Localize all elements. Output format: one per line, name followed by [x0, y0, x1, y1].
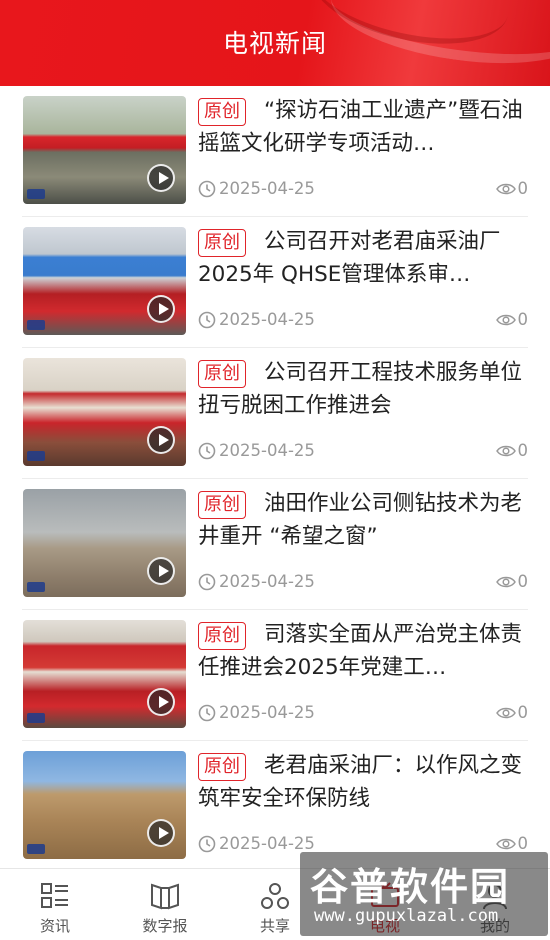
view-count-text: 0 — [517, 179, 529, 198]
view-count-text: 0 — [517, 703, 529, 722]
article-title-text: 司落实全面从严治党主体责任推进会2025年党建工… — [198, 622, 523, 680]
news-item[interactable]: 原创 老君庙采油厂：以作风之变筑牢安全环保防线 2025-04-25 0 — [22, 741, 528, 868]
article-title-text: 老君庙采油厂：以作风之变筑牢安全环保防线 — [198, 753, 523, 811]
article-title-text: 公司召开对老君庙采油厂2025年 QHSE管理体系审… — [198, 229, 501, 287]
article-title[interactable]: “探访石油工业遗产”暨石油摇篮文化研学专项活动… — [198, 94, 528, 160]
eye-icon — [495, 576, 516, 587]
article-title[interactable]: 老君庙采油厂：以作风之变筑牢安全环保防线 — [198, 749, 528, 815]
tab-label-share: 共享 — [259, 917, 290, 935]
tab-digital-paper[interactable]: 数字报 — [110, 869, 220, 940]
site-watermark: 谷普软件园 www.gupuxlazal.com — [300, 852, 548, 936]
channel-logo-icon — [27, 844, 45, 854]
article-date-text: 2025-04-25 — [219, 310, 315, 329]
news-item[interactable]: 原创 公司召开工程技术服务单位扭亏脱困工作推进会 2025-04-25 0 — [22, 348, 528, 479]
news-item[interactable]: 原创 公司召开对老君庙采油厂2025年 QHSE管理体系审… 2025-04-2… — [22, 217, 528, 348]
video-thumbnail[interactable] — [23, 751, 186, 859]
video-thumbnail[interactable] — [23, 227, 186, 335]
channel-logo-icon — [27, 320, 45, 330]
news-item[interactable]: 原创 司落实全面从严治党主体责任推进会2025年党建工… 2025-04-25 … — [22, 610, 528, 741]
play-icon[interactable] — [147, 557, 175, 585]
channel-logo-icon — [27, 713, 45, 723]
play-icon[interactable] — [147, 688, 175, 716]
news-item[interactable]: 原创 油田作业公司侧钻技术为老井重开 “希望之窗” 2025-04-25 0 — [22, 479, 528, 610]
tab-label-news: 资讯 — [39, 917, 70, 935]
article-date: 2025-04-25 — [198, 441, 315, 460]
clock-icon — [198, 442, 216, 459]
article-date-text: 2025-04-25 — [219, 572, 315, 591]
article-date: 2025-04-25 — [198, 310, 315, 329]
eye-icon — [495, 183, 516, 194]
view-count-text: 0 — [517, 572, 529, 591]
article-title-text: “探访石油工业遗产”暨石油摇篮文化研学专项活动… — [198, 98, 523, 156]
eye-icon — [495, 314, 516, 325]
clock-icon — [198, 704, 216, 721]
watermark-url: www.gupuxlazal.com — [314, 906, 499, 926]
channel-logo-icon — [27, 582, 45, 592]
eye-icon — [495, 445, 516, 456]
article-title[interactable]: 油田作业公司侧钻技术为老井重开 “希望之窗” — [198, 487, 528, 553]
tab-label-digital-paper: 数字报 — [142, 917, 188, 935]
play-icon[interactable] — [147, 426, 175, 454]
article-date-text: 2025-04-25 — [219, 703, 315, 722]
video-thumbnail[interactable] — [23, 358, 186, 466]
view-count: 0 — [495, 310, 529, 329]
view-count: 0 — [495, 834, 529, 853]
share-nodes-icon — [261, 883, 289, 909]
view-count-text: 0 — [517, 441, 529, 460]
article-date: 2025-04-25 — [198, 572, 315, 591]
video-thumbnail[interactable] — [23, 96, 186, 204]
view-count: 0 — [495, 703, 529, 722]
play-icon[interactable] — [147, 295, 175, 323]
article-date-text: 2025-04-25 — [219, 441, 315, 460]
eye-icon — [495, 838, 516, 849]
play-icon[interactable] — [147, 819, 175, 847]
article-title-text: 油田作业公司侧钻技术为老井重开 “希望之窗” — [198, 491, 523, 549]
video-thumbnail[interactable] — [23, 489, 186, 597]
article-title[interactable]: 司落实全面从严治党主体责任推进会2025年党建工… — [198, 618, 528, 684]
channel-logo-icon — [27, 189, 45, 199]
news-item[interactable]: 原创 “探访石油工业遗产”暨石油摇篮文化研学专项活动… 2025-04-25 0 — [22, 86, 528, 217]
eye-icon — [495, 707, 516, 718]
article-title[interactable]: 公司召开对老君庙采油厂2025年 QHSE管理体系审… — [198, 225, 528, 291]
view-count: 0 — [495, 179, 529, 198]
clock-icon — [198, 311, 216, 328]
view-count-text: 0 — [517, 834, 529, 853]
tab-news[interactable]: 资讯 — [0, 869, 110, 940]
newspaper-icon — [151, 883, 179, 910]
article-title[interactable]: 公司召开工程技术服务单位扭亏脱困工作推进会 — [198, 356, 528, 422]
view-count: 0 — [495, 572, 529, 591]
app-header: 电视新闻 — [0, 0, 550, 86]
channel-logo-icon — [27, 451, 45, 461]
page-title: 电视新闻 — [222, 29, 327, 58]
play-icon[interactable] — [147, 164, 175, 192]
view-count: 0 — [495, 441, 529, 460]
watermark-text: 谷普软件园 — [310, 865, 511, 909]
article-date-text: 2025-04-25 — [219, 834, 315, 853]
article-date: 2025-04-25 — [198, 834, 315, 853]
article-date: 2025-04-25 — [198, 179, 315, 198]
news-list[interactable]: 原创 “探访石油工业遗产”暨石油摇篮文化研学专项活动… 2025-04-25 0… — [0, 86, 550, 868]
clock-icon — [198, 573, 216, 590]
article-title-text: 公司召开工程技术服务单位扭亏脱困工作推进会 — [198, 360, 523, 418]
video-thumbnail[interactable] — [23, 620, 186, 728]
view-count-text: 0 — [517, 310, 529, 329]
article-date: 2025-04-25 — [198, 703, 315, 722]
article-date-text: 2025-04-25 — [219, 179, 315, 198]
news-list-icon — [41, 883, 68, 908]
clock-icon — [198, 835, 216, 852]
clock-icon — [198, 180, 216, 197]
